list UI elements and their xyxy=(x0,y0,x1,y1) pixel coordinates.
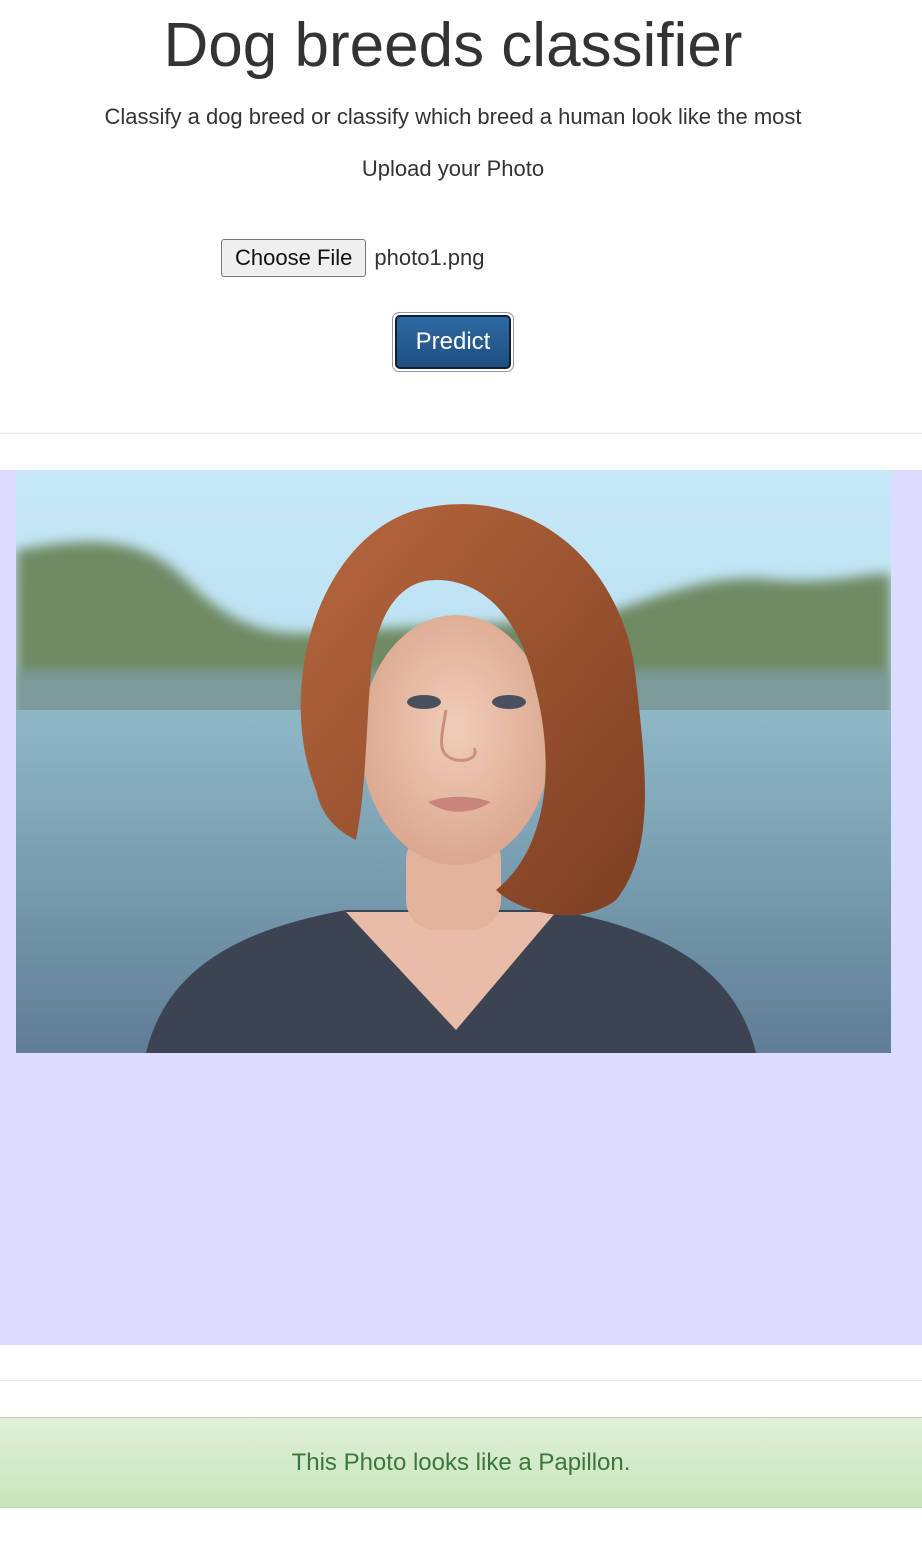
uploaded-photo xyxy=(16,470,891,1053)
page-subtitle: Classify a dog breed or classify which b… xyxy=(104,104,802,129)
file-input[interactable]: Choose File photo1.png xyxy=(221,239,485,277)
choose-file-button[interactable]: Choose File xyxy=(221,239,367,277)
upload-label: Upload your Photo xyxy=(361,156,545,181)
predict-button-label[interactable]: Predict xyxy=(395,315,511,369)
prediction-result-text: This Photo looks like a Papillon. xyxy=(291,1448,631,1476)
predict-button[interactable]: Predict xyxy=(392,312,514,372)
prediction-result-alert: This Photo looks like a Papillon. xyxy=(0,1417,922,1508)
divider xyxy=(0,1380,922,1381)
divider xyxy=(0,433,922,434)
image-preview-panel xyxy=(0,470,922,1345)
portrait-photo-image xyxy=(16,470,891,1053)
selected-file-name: photo1.png xyxy=(374,245,485,270)
page-title: Dog breeds classifier xyxy=(163,11,743,80)
